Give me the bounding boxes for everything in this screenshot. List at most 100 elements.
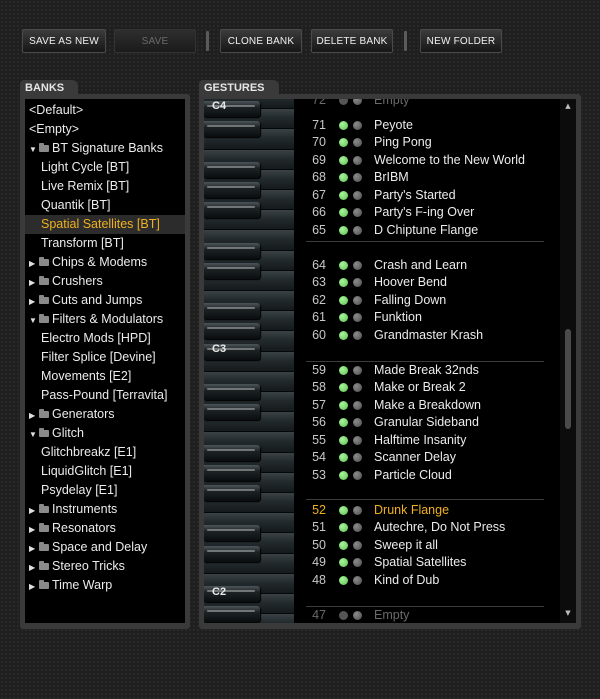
bank-item[interactable]: <Default>	[25, 101, 185, 120]
status-led-grey-icon[interactable]	[353, 435, 362, 445]
status-led-green-icon[interactable]	[339, 190, 348, 200]
status-led-grey-icon[interactable]	[353, 190, 362, 200]
bank-folder[interactable]: ▼ BT Signature Banks	[25, 139, 185, 158]
scroll-down-arrow-icon[interactable]: ▼	[562, 609, 574, 617]
bank-item[interactable]: Pass-Pound [Terravita]	[25, 386, 185, 405]
status-led-green-icon[interactable]	[339, 208, 348, 217]
gesture-row[interactable]: 57 Make a Breakdown	[296, 397, 554, 414]
gesture-row[interactable]: 61 Funktion	[296, 309, 554, 326]
status-led-green-icon[interactable]	[339, 505, 348, 515]
gesture-row[interactable]: 53 Particle Cloud	[296, 467, 554, 484]
status-led-green-icon[interactable]	[339, 575, 348, 585]
bank-item[interactable]: Movements [E2]	[25, 367, 185, 386]
bank-folder[interactable]: ▶ Instruments	[25, 500, 185, 519]
status-led-green-icon[interactable]	[339, 225, 348, 235]
bank-folder[interactable]: ▼ Filters & Modulators	[25, 310, 185, 329]
black-key[interactable]	[204, 384, 260, 400]
black-key[interactable]	[204, 303, 260, 320]
bank-folder[interactable]: ▶ Stereo Tricks	[25, 557, 185, 576]
gesture-row[interactable]: 54 Scanner Delay	[296, 449, 554, 466]
expand-arrow-right-icon[interactable]: ▶	[29, 577, 37, 596]
status-led-green-icon[interactable]	[339, 383, 348, 392]
black-key[interactable]	[204, 161, 260, 178]
gesture-row[interactable]: 64 Crash and Learn	[296, 257, 554, 274]
expand-arrow-right-icon[interactable]: ▶	[29, 558, 37, 577]
new-folder-button[interactable]: NEW FOLDER	[420, 29, 502, 53]
status-led-grey-icon[interactable]	[353, 208, 362, 217]
status-led-grey-icon[interactable]	[353, 540, 362, 550]
gesture-row[interactable]: 55 Halftime Insanity	[296, 432, 554, 449]
gesture-row[interactable]: 63 Hoover Bend	[296, 274, 554, 291]
gesture-row[interactable]: 67 Party's Started	[296, 187, 554, 204]
black-key[interactable]	[204, 444, 260, 461]
expand-arrow-right-icon[interactable]: ▶	[29, 406, 37, 425]
gesture-row[interactable]: 70 Ping Pong	[296, 134, 554, 151]
status-led-grey-icon[interactable]	[353, 313, 362, 322]
status-led-green-icon[interactable]	[339, 260, 348, 270]
status-led-grey-icon[interactable]	[353, 295, 362, 305]
gesture-row[interactable]: 50 Sweep it all	[296, 537, 554, 554]
status-led-grey-icon[interactable]	[353, 330, 362, 340]
gestures-scrollbar[interactable]: ▲ ▼	[560, 99, 576, 623]
bank-item[interactable]: Live Remix [BT]	[25, 177, 185, 196]
expand-arrow-right-icon[interactable]: ▶	[29, 520, 37, 539]
gesture-row[interactable]: 71 Peyote	[296, 117, 554, 134]
gesture-row[interactable]: 60 Grandmaster Krash	[296, 327, 554, 344]
status-led-green-icon[interactable]	[339, 610, 348, 620]
bank-item[interactable]: Electro Mods [HPD]	[25, 329, 185, 348]
status-led-grey-icon[interactable]	[353, 155, 362, 165]
status-led-green-icon[interactable]	[339, 365, 348, 375]
status-led-grey-icon[interactable]	[353, 400, 362, 410]
gesture-row[interactable]: 48 Kind of Dub	[296, 572, 554, 589]
black-key[interactable]	[204, 464, 260, 481]
black-key[interactable]	[204, 202, 260, 219]
gesture-row[interactable]: 51 Autechre, Do Not Press	[296, 519, 554, 536]
banks-list[interactable]: <Default> <Empty> ▼ BT Signature Banks Light…	[25, 99, 185, 623]
black-key[interactable]	[204, 182, 260, 198]
bank-item[interactable]: <Empty>	[25, 120, 185, 139]
status-led-grey-icon[interactable]	[353, 173, 362, 182]
bank-item[interactable]: Light Cycle [BT]	[25, 158, 185, 177]
status-led-green-icon[interactable]	[339, 295, 348, 305]
bank-folder[interactable]: ▶ Space and Delay	[25, 538, 185, 557]
bank-folder[interactable]: ▶ Time Warp	[25, 576, 185, 595]
status-led-grey-icon[interactable]	[353, 225, 362, 235]
status-led-green-icon[interactable]	[339, 173, 348, 182]
expand-arrow-right-icon[interactable]: ▶	[29, 501, 37, 520]
save-button[interactable]: SAVE	[114, 29, 196, 53]
gesture-row[interactable]: 52 Drunk Flange	[296, 502, 554, 519]
expand-arrow-right-icon[interactable]: ▶	[29, 254, 37, 273]
save-as-new-button[interactable]: SAVE AS NEW	[22, 29, 106, 53]
black-key[interactable]	[204, 242, 260, 259]
gesture-row[interactable]: 69 Welcome to the New World	[296, 152, 554, 169]
expand-arrow-right-icon[interactable]: ▶	[29, 292, 37, 311]
bank-folder[interactable]: ▶ Chips & Modems	[25, 253, 185, 272]
gesture-row[interactable]: 72 Empty	[296, 99, 554, 109]
status-led-grey-icon[interactable]	[353, 418, 362, 427]
bank-item[interactable]: Spatial Satellites [BT]	[25, 215, 185, 234]
status-led-green-icon[interactable]	[339, 418, 348, 427]
expand-arrow-down-icon[interactable]: ▼	[29, 311, 37, 330]
status-led-grey-icon[interactable]	[353, 610, 362, 620]
black-key[interactable]	[204, 121, 260, 138]
status-led-grey-icon[interactable]	[353, 523, 362, 532]
clone-bank-button[interactable]: CLONE BANK	[220, 29, 302, 53]
status-led-green-icon[interactable]	[339, 278, 348, 287]
status-led-green-icon[interactable]	[339, 558, 348, 567]
bank-item[interactable]: Filter Splice [Devine]	[25, 348, 185, 367]
bank-folder[interactable]: ▼ Glitch	[25, 424, 185, 443]
status-led-green-icon[interactable]	[339, 400, 348, 410]
status-led-grey-icon[interactable]	[353, 120, 362, 130]
status-led-green-icon[interactable]	[339, 453, 348, 462]
status-led-grey-icon[interactable]	[353, 138, 362, 147]
gesture-row[interactable]: 47 Empty	[296, 607, 554, 624]
status-led-green-icon[interactable]	[339, 470, 348, 480]
status-led-grey-icon[interactable]	[353, 505, 362, 515]
status-led-green-icon[interactable]	[339, 330, 348, 340]
black-key[interactable]	[204, 323, 260, 340]
bank-folder[interactable]: ▶ Crushers	[25, 272, 185, 291]
delete-bank-button[interactable]: DELETE BANK	[311, 29, 393, 53]
status-led-green-icon[interactable]	[339, 120, 348, 130]
gesture-row[interactable]: 49 Spatial Satellites	[296, 554, 554, 571]
black-key[interactable]	[204, 545, 260, 562]
